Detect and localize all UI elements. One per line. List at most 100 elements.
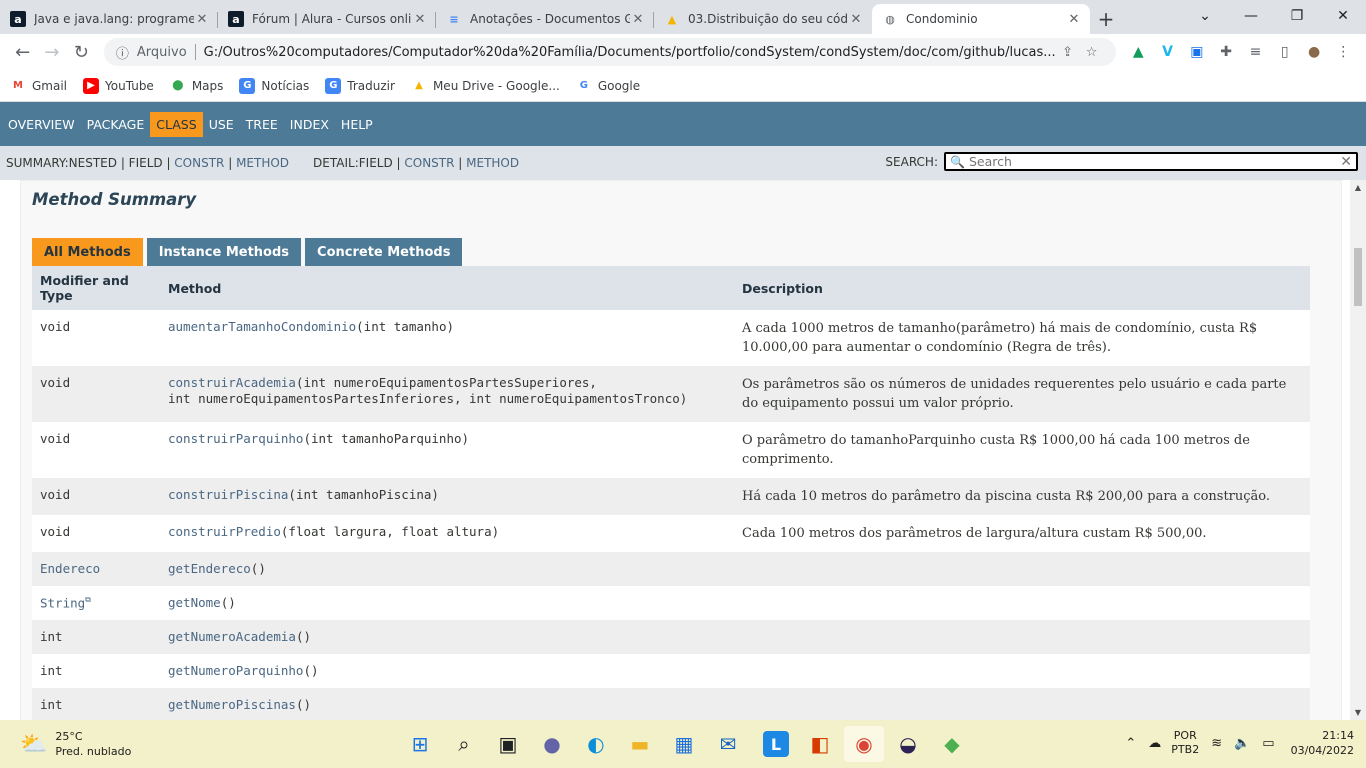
battery-icon[interactable]: ▭: [1262, 736, 1274, 751]
clock[interactable]: 21:14 03/04/2022: [1291, 728, 1354, 758]
bookmark-news[interactable]: G Notícias: [239, 77, 310, 94]
nav-overview[interactable]: OVERVIEW: [2, 112, 81, 137]
return-type-cell: void: [32, 478, 160, 515]
restore-icon[interactable]: ❐: [1274, 0, 1320, 32]
chevron-up-icon[interactable]: ⌃: [1125, 736, 1136, 751]
browser-tab-1[interactable]: a Java e java.lang: programe com ✕: [0, 4, 218, 34]
summary-constr-link[interactable]: CONSTR: [174, 156, 224, 170]
forward-icon[interactable]: →: [37, 42, 66, 63]
mail-icon[interactable]: ✉: [708, 726, 748, 762]
close-tab-icon[interactable]: ✕: [848, 12, 864, 27]
eclipse-icon[interactable]: ◒: [888, 726, 928, 762]
method-description: Há cada 10 metros do parâmetro da piscin…: [734, 478, 1310, 515]
volume-icon[interactable]: 🔈: [1234, 736, 1250, 751]
alura-icon: a: [10, 11, 26, 27]
close-tab-icon[interactable]: ✕: [194, 12, 210, 27]
search-input[interactable]: [968, 154, 1341, 169]
office-icon[interactable]: ◧: [800, 726, 840, 762]
microsoft-store-icon[interactable]: ▦: [664, 726, 704, 762]
extensions-puzzle-icon[interactable]: ✚: [1212, 44, 1241, 60]
l-app-icon[interactable]: L: [763, 731, 789, 757]
method-name-link[interactable]: getNome: [168, 595, 221, 610]
bookmark-maps[interactable]: ⬤ Maps: [170, 78, 223, 94]
nav-package[interactable]: PACKAGE: [81, 112, 151, 137]
bookmark-gmail[interactable]: M Gmail: [10, 78, 67, 94]
tab-search-icon[interactable]: ⌄: [1182, 0, 1228, 32]
search-icon[interactable]: ⌕: [444, 726, 484, 762]
return-type-link[interactable]: String: [40, 595, 85, 610]
search-field[interactable]: 🔍 ✕: [944, 152, 1358, 171]
summary-field: FIELD: [128, 156, 163, 170]
return-type-link[interactable]: Endereco: [40, 561, 100, 576]
bookmark-label: Notícias: [261, 78, 310, 93]
vimeo-extension-icon[interactable]: V: [1153, 44, 1182, 60]
method-name-link[interactable]: construirParquinho: [168, 431, 303, 446]
method-name-link[interactable]: construirPredio: [168, 524, 281, 539]
minimize-icon[interactable]: —: [1228, 0, 1274, 32]
back-icon[interactable]: ←: [8, 42, 37, 63]
bookmark-google[interactable]: G Google: [576, 78, 640, 94]
method-name-link[interactable]: getNumeroPiscinas: [168, 697, 296, 712]
method-name-link[interactable]: getNumeroAcademia: [168, 629, 296, 644]
browser-tab-active[interactable]: ◍ Condominio ✕: [872, 4, 1090, 34]
tab-all-methods[interactable]: All Methods: [32, 238, 143, 266]
method-signature-cell: getNumeroPiscinas(): [160, 688, 734, 720]
teams-chat-icon[interactable]: ●: [532, 726, 572, 762]
new-tab-button[interactable]: +: [1090, 4, 1122, 34]
onedrive-cloud-icon[interactable]: ☁: [1148, 736, 1161, 751]
url-text[interactable]: G:/Outros%20computadores/Computador%20da…: [204, 45, 1056, 60]
method-signature-cell: construirAcademia(int numeroEquipamentos…: [160, 366, 734, 422]
share-icon[interactable]: ⇪: [1056, 45, 1080, 60]
weather-widget[interactable]: ⛅ 25°C Pred. nublado: [20, 729, 220, 759]
bookmark-youtube[interactable]: ▶ YouTube: [83, 77, 154, 94]
browser-tab-2[interactable]: a Fórum | Alura - Cursos online ✕: [218, 4, 436, 34]
side-panel-icon[interactable]: ▯: [1270, 44, 1299, 60]
method-name-link[interactable]: construirAcademia: [168, 375, 296, 390]
summary-method-link[interactable]: METHOD: [236, 156, 289, 170]
scrollbar-thumb[interactable]: [1354, 248, 1362, 306]
wifi-icon[interactable]: ≋: [1211, 736, 1222, 751]
clear-search-icon[interactable]: ✕: [1340, 154, 1352, 170]
nav-tree[interactable]: TREE: [240, 112, 284, 137]
language-indicator[interactable]: POR PTB2: [1171, 729, 1199, 757]
summary-nested: NESTED: [68, 156, 117, 170]
close-tab-icon[interactable]: ✕: [412, 12, 428, 27]
info-icon[interactable]: ⓘ: [116, 43, 129, 62]
close-tab-icon[interactable]: ✕: [1066, 12, 1082, 27]
screen-record-extension-icon[interactable]: ▣: [1182, 44, 1211, 60]
browser-tab-3[interactable]: ≡ Anotações - Documentos Go ✕: [436, 4, 654, 34]
method-name-link[interactable]: getEndereco: [168, 561, 251, 576]
omnibox[interactable]: ⓘ Arquivo G:/Outros%20computadores/Compu…: [103, 38, 1116, 66]
method-name-link[interactable]: getNumeroParquinho: [168, 663, 303, 678]
bookmark-star-icon[interactable]: ☆: [1080, 45, 1104, 60]
scroll-down-icon[interactable]: ▼: [1350, 708, 1366, 717]
git-icon[interactable]: ◆: [932, 726, 972, 762]
media-control-icon[interactable]: ≡: [1241, 44, 1270, 60]
profile-avatar[interactable]: ●: [1299, 44, 1328, 60]
method-filter-tabs: All Methods Instance Methods Concrete Me…: [32, 238, 466, 266]
method-name-link[interactable]: construirPiscina: [168, 487, 288, 502]
tab-concrete-methods[interactable]: Concrete Methods: [305, 238, 463, 266]
drive-extension-icon[interactable]: ▲: [1124, 44, 1153, 60]
nav-index[interactable]: INDEX: [284, 112, 335, 137]
bookmark-translate[interactable]: G Traduzir: [325, 77, 395, 94]
nav-use[interactable]: USE: [203, 112, 240, 137]
menu-kebab-icon[interactable]: ⋮: [1329, 44, 1358, 60]
edge-icon[interactable]: ◐: [576, 726, 616, 762]
detail-constr-link[interactable]: CONSTR: [404, 156, 454, 170]
detail-method-link[interactable]: METHOD: [466, 156, 519, 170]
nav-help[interactable]: HELP: [335, 112, 379, 137]
bookmark-drive[interactable]: ▲ Meu Drive - Google...: [411, 78, 560, 94]
task-view-icon[interactable]: ▣: [488, 726, 528, 762]
tab-instance-methods[interactable]: Instance Methods: [146, 238, 302, 266]
method-name-link[interactable]: aumentarTamanhoCondominio: [168, 319, 356, 334]
reload-icon[interactable]: ↻: [67, 42, 96, 63]
close-window-icon[interactable]: ✕: [1320, 0, 1366, 32]
browser-tab-4[interactable]: ▲ 03.Distribuição do seu código ✕: [654, 4, 872, 34]
file-explorer-icon[interactable]: ▬: [620, 726, 660, 762]
close-tab-icon[interactable]: ✕: [630, 12, 646, 27]
chrome-icon[interactable]: ◉: [844, 726, 884, 762]
windows-start-icon[interactable]: ⊞: [400, 726, 440, 762]
scroll-up-icon[interactable]: ▲: [1350, 183, 1366, 192]
page-scrollbar[interactable]: ▲ ▼: [1350, 180, 1366, 720]
